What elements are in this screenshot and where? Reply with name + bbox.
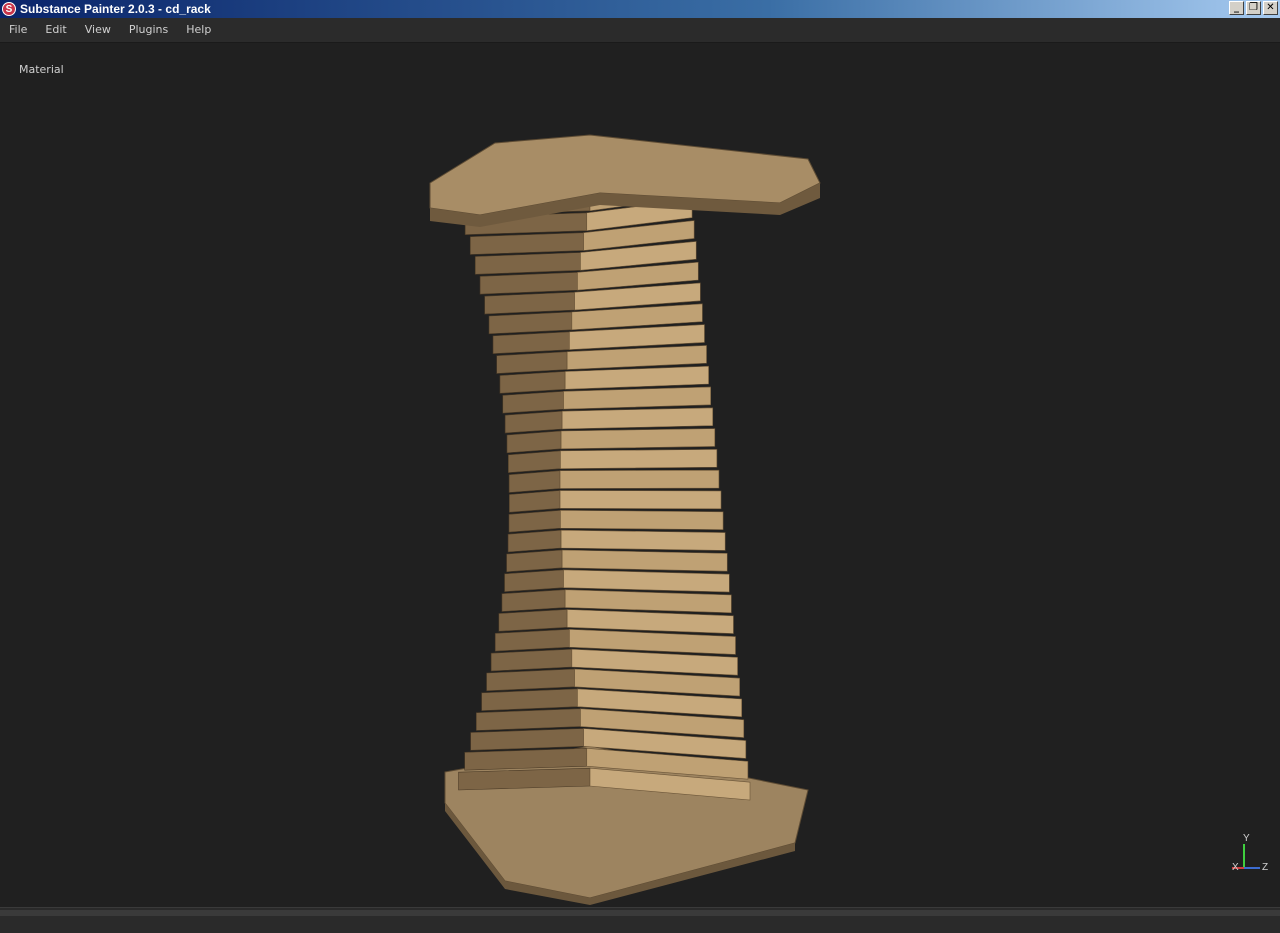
slat-left-face [509, 490, 561, 513]
slat-left-face [486, 668, 575, 692]
rack-slats [458, 178, 751, 801]
cd-rack-model [429, 134, 821, 905]
slat-left-face [488, 311, 573, 335]
axis-z-label: Z [1262, 862, 1269, 873]
slat-left-face [508, 510, 561, 533]
restore-button[interactable]: ❐ [1246, 1, 1261, 15]
slat-left-face [507, 450, 561, 473]
menu-file[interactable]: File [0, 18, 36, 42]
slat-right-face [561, 549, 728, 572]
slat-left-face [506, 549, 563, 573]
slat-left-face [494, 629, 570, 652]
slat-right-face [560, 449, 718, 469]
slat-right-face [559, 490, 722, 510]
slat-right-face [560, 428, 716, 450]
menu-edit[interactable]: Edit [36, 18, 75, 42]
axis-y-label: Y [1243, 833, 1250, 844]
slat-left-face [479, 272, 578, 295]
slat-right-face [566, 609, 734, 634]
slat-left-face [507, 529, 562, 553]
slat-left-face [490, 648, 573, 672]
axis-x-label: X [1232, 862, 1239, 873]
menu-view[interactable]: View [76, 18, 120, 42]
slat-left-face [474, 252, 581, 275]
slat-right-face [564, 365, 709, 390]
slat-right-face [563, 386, 711, 410]
menu-bar: File Edit View Plugins Help [0, 18, 1280, 43]
status-bar [0, 907, 1280, 933]
status-progress-track [0, 910, 1280, 916]
slat-left-face [504, 410, 563, 434]
slat-left-face [464, 748, 588, 771]
slat-left-face [492, 331, 570, 354]
slat-right-face [564, 589, 732, 614]
window-controls: _ ❐ ✕ [1229, 1, 1278, 15]
slat-right-face [563, 569, 730, 593]
3d-viewport[interactable]: Material Y X Z [0, 43, 1280, 907]
menu-help[interactable]: Help [177, 18, 220, 42]
slat-left-face [484, 291, 575, 315]
slat-right-face [559, 469, 720, 489]
slat-left-face [496, 351, 568, 374]
app-logo-icon: S [2, 2, 16, 16]
slat-right-face [561, 407, 714, 430]
slat-right-face [560, 529, 726, 551]
slat-left-face [498, 609, 568, 632]
slat-left-face [469, 232, 584, 255]
slat-left-face [508, 470, 561, 493]
slat-left-face [501, 589, 566, 612]
slat-left-face [475, 708, 581, 731]
title-bar: S Substance Painter 2.0.3 - cd_rack _ ❐ … [0, 0, 1280, 18]
axis-gizmo: Y X Z [1228, 833, 1274, 876]
slat-left-face [458, 767, 591, 791]
slat-right-face [566, 345, 707, 370]
slat-left-face [481, 688, 578, 711]
slat-left-face [470, 728, 584, 751]
slat-left-face [506, 430, 562, 454]
window-title: Substance Painter 2.0.3 - cd_rack [20, 2, 211, 16]
slat-right-face [560, 510, 724, 530]
menu-plugins[interactable]: Plugins [120, 18, 177, 42]
slat-left-face [504, 569, 564, 592]
slat-left-face [502, 391, 564, 414]
minimize-button[interactable]: _ [1229, 1, 1244, 15]
close-button[interactable]: ✕ [1263, 1, 1278, 15]
slat-left-face [499, 371, 566, 394]
